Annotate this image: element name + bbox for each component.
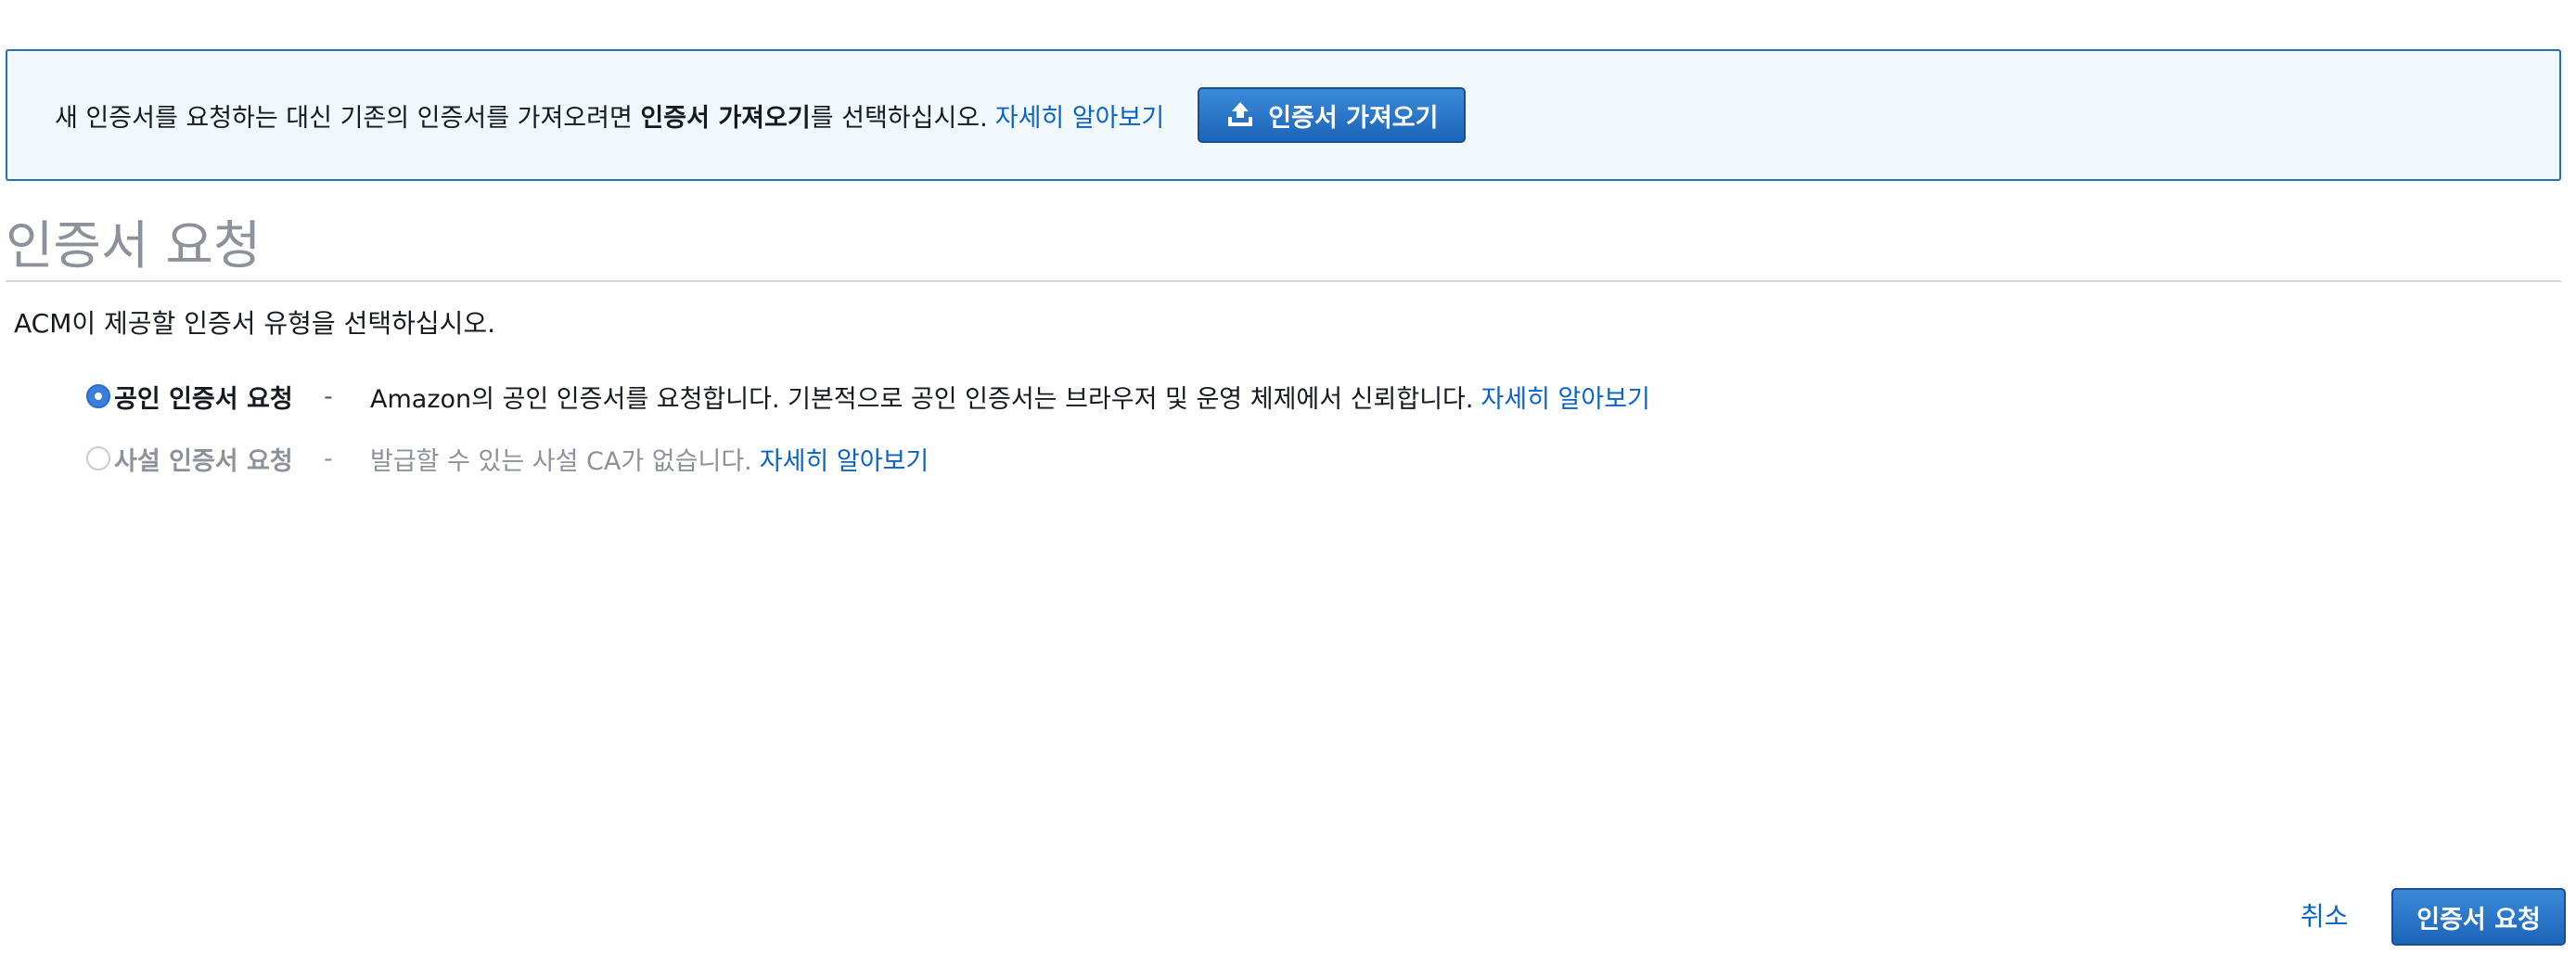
request-certificate-button[interactable]: 인증서 요청: [2391, 888, 2566, 946]
banner-text-before: 새 인증서를 요청하는 대신 기존의 인증서를 가져오려면: [55, 103, 641, 133]
import-certificate-button[interactable]: 인증서 가져오기: [1198, 87, 1467, 143]
private-certificate-description: 발급할 수 있는 사설 CA가 없습니다.: [370, 446, 752, 476]
private-certificate-learn-more-link[interactable]: 자세히 알아보기: [760, 441, 929, 477]
public-certificate-radio[interactable]: [86, 384, 110, 408]
request-certificate-page: 새 인증서를 요청하는 대신 기존의 인증서를 가져오려면 인증서 가져오기를 …: [0, 0, 2576, 979]
banner-message: 새 인증서를 요청하는 대신 기존의 인증서를 가져오려면 인증서 가져오기를 …: [55, 97, 988, 134]
cancel-link[interactable]: 취소: [2300, 896, 2349, 934]
option-private-certificate: 사설 인증서 요청 - 발급할 수 있는 사설 CA가 없습니다. 자세히 알아…: [86, 438, 929, 479]
public-certificate-label[interactable]: 공인 인증서 요청: [114, 379, 324, 415]
import-info-banner: 새 인증서를 요청하는 대신 기존의 인증서를 가져오려면 인증서 가져오기를 …: [6, 49, 2561, 181]
upload-icon: [1225, 101, 1255, 129]
public-certificate-description: Amazon의 공인 인증서를 요청합니다. 기본적으로 공인 인증서는 브라우…: [370, 384, 1474, 414]
private-certificate-label: 사설 인증서 요청: [114, 446, 293, 476]
public-certificate-learn-more-link[interactable]: 자세히 알아보기: [1480, 379, 1649, 415]
page-title: 인증서 요청: [6, 216, 262, 277]
page-subtitle: ACM이 제공할 인증서 유형을 선택하십시오.: [14, 308, 496, 339]
banner-text-bold: 인증서 가져오기: [640, 103, 811, 133]
banner-learn-more-link[interactable]: 자세히 알아보기: [995, 97, 1164, 134]
option-separator: -: [324, 444, 333, 473]
title-divider: [6, 280, 2561, 282]
option-public-certificate[interactable]: 공인 인증서 요청 - Amazon의 공인 인증서를 요청합니다. 기본적으로…: [86, 376, 1650, 417]
private-certificate-radio: [86, 446, 110, 470]
banner-text-after: 를 선택하십시오.: [810, 103, 988, 133]
import-certificate-button-label: 인증서 가져오기: [1268, 103, 1439, 133]
option-separator: -: [324, 381, 333, 411]
